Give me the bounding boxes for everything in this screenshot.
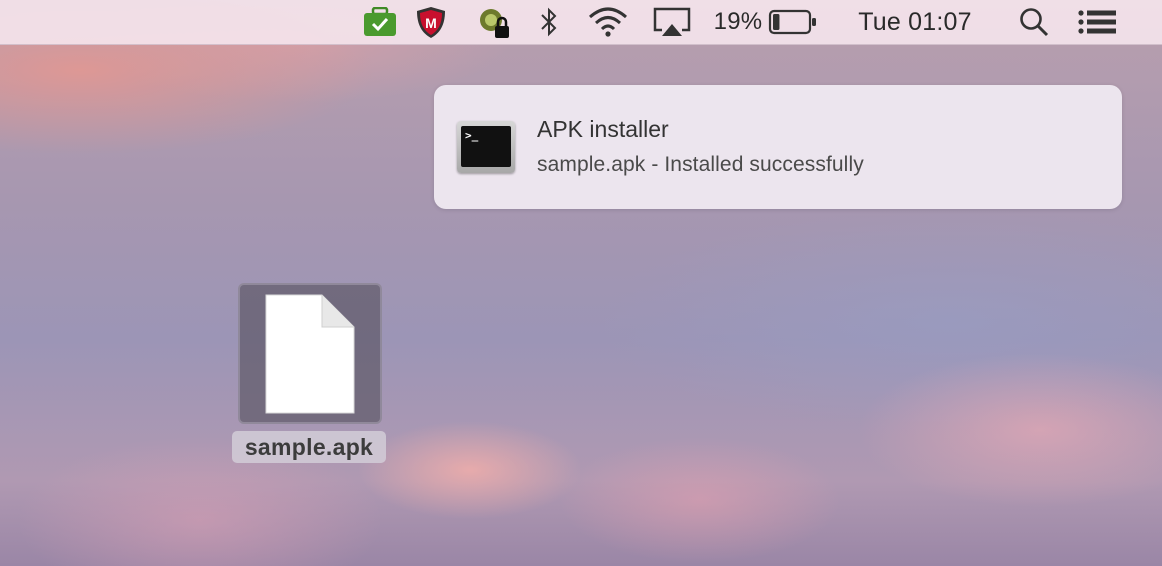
terminal-prompt: >_ [465,129,479,142]
wifi-icon[interactable] [586,0,630,44]
vpn-lock-icon[interactable] [474,0,514,44]
notification-message: sample.apk - Installed successfully [537,153,864,176]
airplay-icon[interactable] [652,0,692,44]
work-bag-check-icon[interactable] [362,0,398,44]
document-icon [265,294,355,414]
desktop-file-name[interactable]: sample.apk [232,431,386,463]
notification-banner[interactable]: >_ APK installer sample.apk - Installed … [434,85,1122,209]
spotlight-search-icon[interactable] [1016,0,1052,44]
mcafee-letter: M [425,15,437,31]
menu-bar-clock[interactable]: Tue 01:07 [848,0,982,44]
notification-center-icon[interactable] [1076,0,1118,44]
battery-percent[interactable]: 19% [710,0,766,44]
notification-title: APK installer [537,116,669,142]
battery-fill [773,14,780,30]
terminal-icon: >_ [457,121,515,173]
bluetooth-icon[interactable] [535,0,563,44]
mcafee-shield-icon[interactable]: M [413,0,449,44]
desktop-file-icon-tile[interactable] [238,283,382,424]
battery-icon[interactable] [768,0,818,44]
menu-bar: M 19% Tue 01:07 [0,0,1162,45]
